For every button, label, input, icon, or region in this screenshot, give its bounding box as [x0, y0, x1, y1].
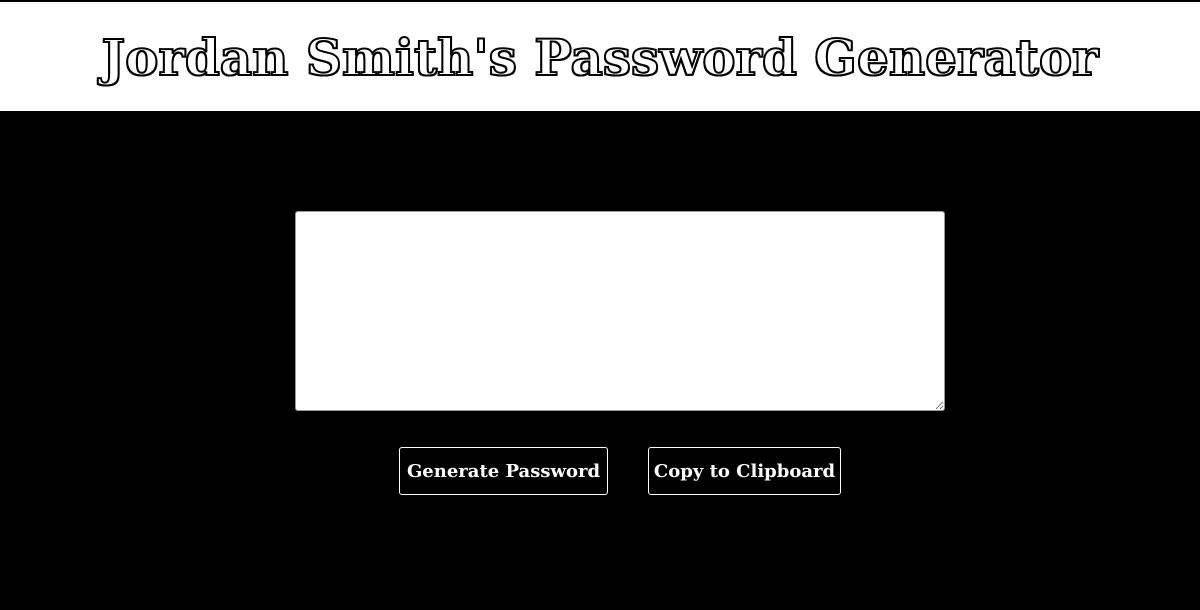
page-title: Jordan Smith's Password Generator — [100, 27, 1099, 88]
generate-password-button[interactable]: Generate Password — [399, 447, 608, 495]
password-output-textarea[interactable] — [295, 211, 945, 411]
main-panel: Generate Password Copy to Clipboard — [0, 111, 1200, 610]
page-header: Jordan Smith's Password Generator — [0, 0, 1200, 111]
copy-to-clipboard-button[interactable]: Copy to Clipboard — [648, 447, 841, 495]
